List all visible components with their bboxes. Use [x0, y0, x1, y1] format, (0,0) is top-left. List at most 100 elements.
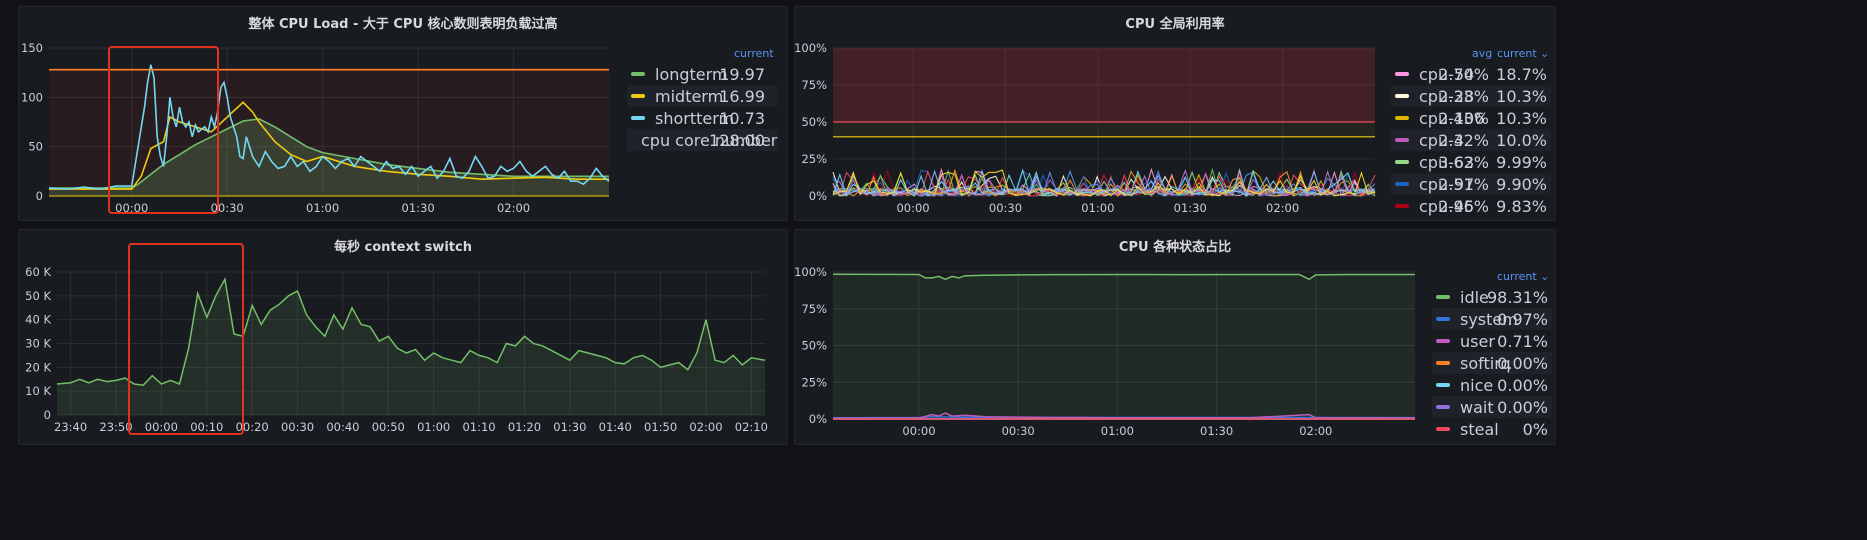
legend-avg-value: 2.96% — [1438, 196, 1489, 216]
x-tick-label: 00:00 — [902, 424, 935, 438]
legend-current-value: 10.3% — [1496, 86, 1547, 106]
legend-swatch — [1436, 361, 1450, 365]
x-tick-label: 01:00 — [306, 201, 339, 215]
legend-swatch — [1436, 339, 1450, 343]
legend-swatch — [1395, 116, 1409, 120]
legend-current-value: 10.0% — [1496, 130, 1547, 150]
legend-item-idle[interactable]: idle 98.31% — [1432, 286, 1552, 308]
panel-cpu-util[interactable]: CPU 全局利用率 0% 25% 50% 75% 100% 00:00 00:30 01:00… — [794, 6, 1556, 221]
x-tick-label: 23:40 — [54, 420, 87, 434]
legend-name: idle — [1460, 287, 1489, 307]
legend-item-nice[interactable]: nice 0.00% — [1432, 374, 1552, 396]
legend-current-value: 0.00% — [1497, 353, 1548, 373]
legend-current-value: 0% — [1522, 419, 1548, 439]
legend-item-shortterm[interactable]: shortterm 10.73 — [627, 107, 777, 129]
legend-item-cpu-54[interactable]: cpu-54 2.70% 18.7% — [1391, 63, 1551, 85]
y-tick-label: 25% — [801, 375, 827, 389]
legend-name: longterm — [655, 64, 728, 84]
y-tick-label: 75% — [801, 78, 827, 92]
x-tick-label: 00:30 — [281, 420, 314, 434]
legend-swatch — [1395, 160, 1409, 164]
legend-header-avg[interactable]: avg — [1472, 47, 1492, 60]
x-tick-label: 02:00 — [689, 420, 722, 434]
x-tick-label: 00:40 — [326, 420, 359, 434]
legend-header-current[interactable]: current ⌄ — [1497, 47, 1549, 60]
legend-item-cpu-45[interactable]: cpu-45 2.96% 9.83% — [1391, 195, 1551, 217]
x-tick-label: 01:40 — [599, 420, 632, 434]
y-tick-label: 75% — [801, 302, 827, 316]
legend-swatch — [1395, 204, 1409, 208]
legend-name: nice — [1460, 375, 1494, 395]
panel-context-switch[interactable]: 每秒 context switch 0 10 K 20 K 30 K 40 K 50 K6… — [18, 229, 788, 445]
y-tick-label: 50 — [28, 140, 43, 154]
x-tick-label: 00:10 — [190, 420, 223, 434]
legend-current-value: 10.73 — [719, 108, 765, 128]
legend-current-value: 9.99% — [1496, 152, 1547, 172]
legend-swatch — [1436, 405, 1450, 409]
legend-current-value: 98.31% — [1486, 287, 1548, 307]
legend-swatch — [1395, 138, 1409, 142]
x-tick-label: 02:10 — [735, 420, 768, 434]
x-tick-label: 01:10 — [462, 420, 495, 434]
legend-swatch — [631, 116, 645, 120]
legend-item-wait[interactable]: wait 0.00% — [1432, 396, 1552, 418]
x-tick-label: 01:00 — [1101, 424, 1134, 438]
legend-header-current[interactable]: current — [734, 47, 774, 60]
x-tick-label: 02:00 — [1266, 201, 1299, 215]
x-tick-label: 02:00 — [497, 201, 530, 215]
legend-item-cpu-106[interactable]: cpu-106 2.43% 10.3% — [1391, 107, 1551, 129]
threshold-region-yellow — [833, 122, 1375, 137]
legend-name: user — [1460, 331, 1495, 351]
legend-swatch — [1436, 427, 1450, 431]
legend-swatch — [631, 72, 645, 76]
cpu-series-group — [832, 167, 1376, 198]
legend-item-softirq[interactable]: softirq 0.00% — [1432, 352, 1552, 374]
y-tick-label: 0% — [809, 189, 827, 203]
legend-swatch — [1395, 72, 1409, 76]
y-tick-label: 0% — [809, 412, 827, 426]
y-tick-label: 60 K — [25, 265, 51, 279]
legend-current-value: 18.7% — [1496, 64, 1547, 84]
legend-current-value: 10.3% — [1496, 108, 1547, 128]
x-tick-label: 00:00 — [145, 420, 178, 434]
y-tick-label: 100% — [794, 265, 827, 279]
legend-item-cpu-core-number[interactable]: cpu core number 128.00 — [627, 129, 777, 151]
legend-item-system[interactable]: system 0.97% — [1432, 308, 1552, 330]
legend-item-longterm[interactable]: longterm 19.97 — [627, 63, 777, 85]
legend-avg-value: 3.62% — [1438, 152, 1489, 172]
x-tick-label: 01:00 — [417, 420, 450, 434]
legend-swatch — [1436, 295, 1450, 299]
x-tick-label: 00:00 — [896, 201, 929, 215]
legend-item-cpu-4[interactable]: cpu-4 2.32% 10.0% — [1391, 129, 1551, 151]
legend-name: wait — [1460, 397, 1494, 417]
legend-avg-value: 2.43% — [1438, 108, 1489, 128]
x-tick-label: 01:30 — [1174, 201, 1207, 215]
legend-current-value: 19.97 — [719, 64, 765, 84]
legend-item-midterm[interactable]: midterm 16.99 — [627, 85, 777, 107]
context-switch-area — [57, 279, 765, 415]
y-tick-label: 0 — [36, 189, 43, 203]
y-tick-label: 40 K — [25, 313, 51, 327]
legend-current-value: 128.00 — [709, 130, 765, 150]
legend-avg-value: 2.33% — [1438, 86, 1489, 106]
y-tick-label: 50% — [801, 339, 827, 353]
y-tick-label: 100 — [21, 90, 43, 104]
threshold-region-red — [833, 48, 1375, 122]
legend-item-user[interactable]: user 0.71% — [1432, 330, 1552, 352]
legend-item-cpu-28[interactable]: cpu-28 2.33% 10.3% — [1391, 85, 1551, 107]
legend-current-value: 0.00% — [1497, 397, 1548, 417]
x-tick-label: 00:30 — [1002, 424, 1035, 438]
legend-current-value: 9.90% — [1496, 174, 1547, 194]
legend-header-current[interactable]: current ⌄ — [1497, 270, 1549, 283]
idle-area — [833, 274, 1415, 419]
legend-current-value: 16.99 — [719, 86, 765, 106]
panel-cpu-states[interactable]: CPU 各种状态占比 0% 25% 50% 75% 100% 00:00 00:30 01:0… — [794, 229, 1556, 445]
panel-cpu-load[interactable]: 整体 CPU Load - 大于 CPU 核心数则表明负载过高 0 50 100 15… — [18, 6, 788, 221]
legend-avg-value: 2.70% — [1438, 64, 1489, 84]
legend-item-cpu-63[interactable]: cpu-63 3.62% 9.99% — [1391, 151, 1551, 173]
x-tick-label: 00:50 — [372, 420, 405, 434]
context-switch-chart[interactable]: 0 10 K 20 K 30 K 40 K 50 K 60 K 23:40 23:50 00:00… — [19, 230, 788, 445]
legend-item-steal[interactable]: steal 0% — [1432, 418, 1552, 440]
legend-avg-value: 2.51% — [1438, 174, 1489, 194]
legend-item-cpu-97[interactable]: cpu-97 2.51% 9.90% — [1391, 173, 1551, 195]
